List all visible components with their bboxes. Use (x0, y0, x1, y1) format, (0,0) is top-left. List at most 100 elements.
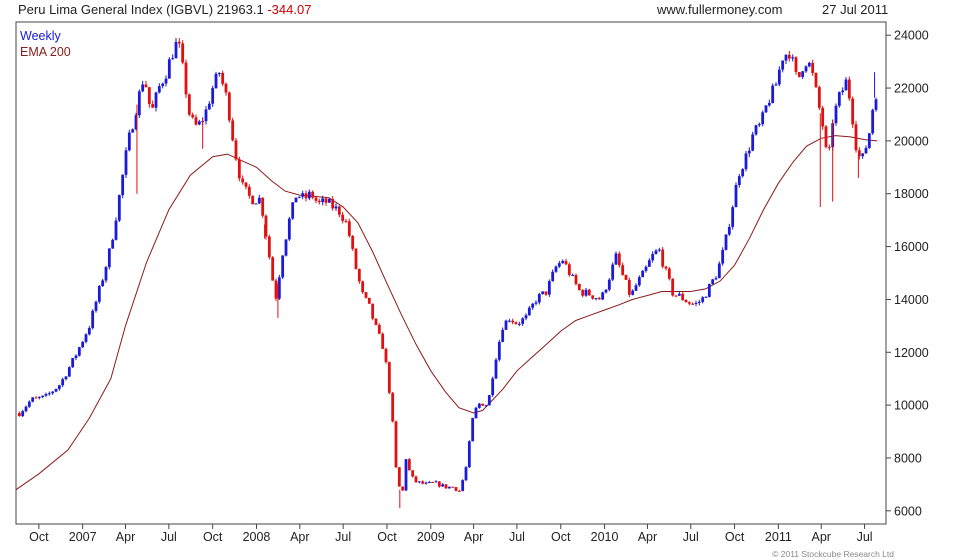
candle-body (34, 397, 38, 399)
x-tick-label: Apr (116, 530, 135, 544)
candle-body (824, 126, 828, 148)
candle-body (827, 147, 831, 149)
candle-body (627, 279, 631, 295)
candle-body (714, 278, 718, 280)
candle-body (154, 92, 158, 108)
candle-body (777, 69, 781, 85)
candle-body (741, 169, 745, 177)
candle-body (624, 274, 628, 280)
candle-body (687, 302, 691, 304)
candle-body (747, 150, 751, 154)
candle-body (181, 43, 185, 63)
candle-body (611, 264, 615, 280)
candle-body (411, 470, 415, 477)
candle-body (694, 302, 698, 304)
y-tick-label: 6000 (894, 504, 922, 518)
candle-body (137, 91, 141, 116)
x-tick-label: Jul (509, 530, 525, 544)
y-tick-label: 8000 (894, 451, 922, 465)
candle-body (507, 320, 511, 322)
candle-body (491, 378, 495, 396)
candle-body (514, 322, 518, 325)
candle-body (711, 279, 715, 284)
candle-body (47, 393, 51, 395)
candle-body (454, 487, 458, 491)
candle-body (284, 239, 288, 256)
candle-body (581, 290, 585, 296)
candle-body (594, 298, 598, 300)
candle-body (854, 124, 858, 151)
candle-body (464, 467, 468, 481)
candle-body (704, 296, 708, 298)
candle-body (641, 270, 645, 278)
candle-body (74, 355, 78, 359)
candle-body (844, 79, 848, 91)
candle-body (147, 87, 151, 105)
candle-body (524, 315, 528, 319)
candle-body (874, 99, 878, 110)
candle-body (127, 132, 131, 151)
candle-body (564, 260, 568, 265)
x-tick-label: 2009 (417, 530, 445, 544)
candle-body (421, 481, 425, 484)
x-tick-label: Jul (161, 530, 177, 544)
y-tick-label: 18000 (894, 187, 929, 201)
candle-body (851, 98, 855, 125)
candle-body (501, 329, 505, 342)
candle-body (744, 153, 748, 170)
candle-body (94, 301, 98, 311)
candle-body (547, 281, 551, 295)
candle-body (87, 328, 91, 335)
candle-body (634, 285, 638, 291)
candle-body (661, 249, 665, 267)
candle-body (497, 341, 501, 360)
candle-body (304, 193, 308, 199)
candle-body (254, 203, 258, 205)
candle-body (17, 413, 21, 417)
candle-body (667, 268, 671, 279)
candle-body (341, 214, 345, 221)
candle-body (804, 66, 808, 72)
candle-body (244, 182, 248, 187)
candle-body (357, 269, 361, 282)
x-tick-label: Oct (203, 530, 223, 544)
candle-body (437, 481, 441, 487)
x-tick-label: Jul (683, 530, 699, 544)
candle-body (631, 290, 635, 295)
candle-body (274, 280, 278, 299)
candle-body (117, 195, 121, 221)
candle-body (644, 266, 648, 271)
candle-body (141, 84, 145, 92)
candle-body (241, 178, 245, 183)
y-tick-label: 22000 (894, 82, 929, 96)
candle-body (144, 84, 148, 88)
candle-body (31, 397, 35, 402)
candle-body (334, 206, 338, 209)
candle-body (291, 202, 295, 219)
candle-body (584, 289, 588, 296)
plot-frame (15, 21, 887, 525)
candle-body (414, 476, 418, 483)
candle-body (61, 379, 65, 386)
y-tick-label: 20000 (894, 134, 929, 148)
candle-body (771, 85, 775, 103)
candle-body (221, 72, 225, 84)
candle-body (534, 302, 538, 304)
candle-body (194, 117, 198, 125)
candle-body (307, 191, 311, 199)
candle-body (174, 41, 178, 59)
price-chart: 6000 8000 10000 12000 14000 16000 18000 20000 22… (15, 21, 929, 544)
candle-body (187, 94, 191, 115)
candle-body (481, 403, 485, 406)
candle-body (394, 421, 398, 468)
candle-body (71, 358, 75, 368)
candle-body (407, 459, 411, 471)
x-tick-label: Apr (464, 530, 483, 544)
candle-body (801, 71, 805, 77)
candle-body (671, 278, 675, 296)
candle-body (287, 218, 291, 240)
candle-body (871, 109, 875, 134)
candle-body (371, 303, 375, 319)
candle-body (57, 385, 61, 389)
candle-body (697, 301, 701, 303)
